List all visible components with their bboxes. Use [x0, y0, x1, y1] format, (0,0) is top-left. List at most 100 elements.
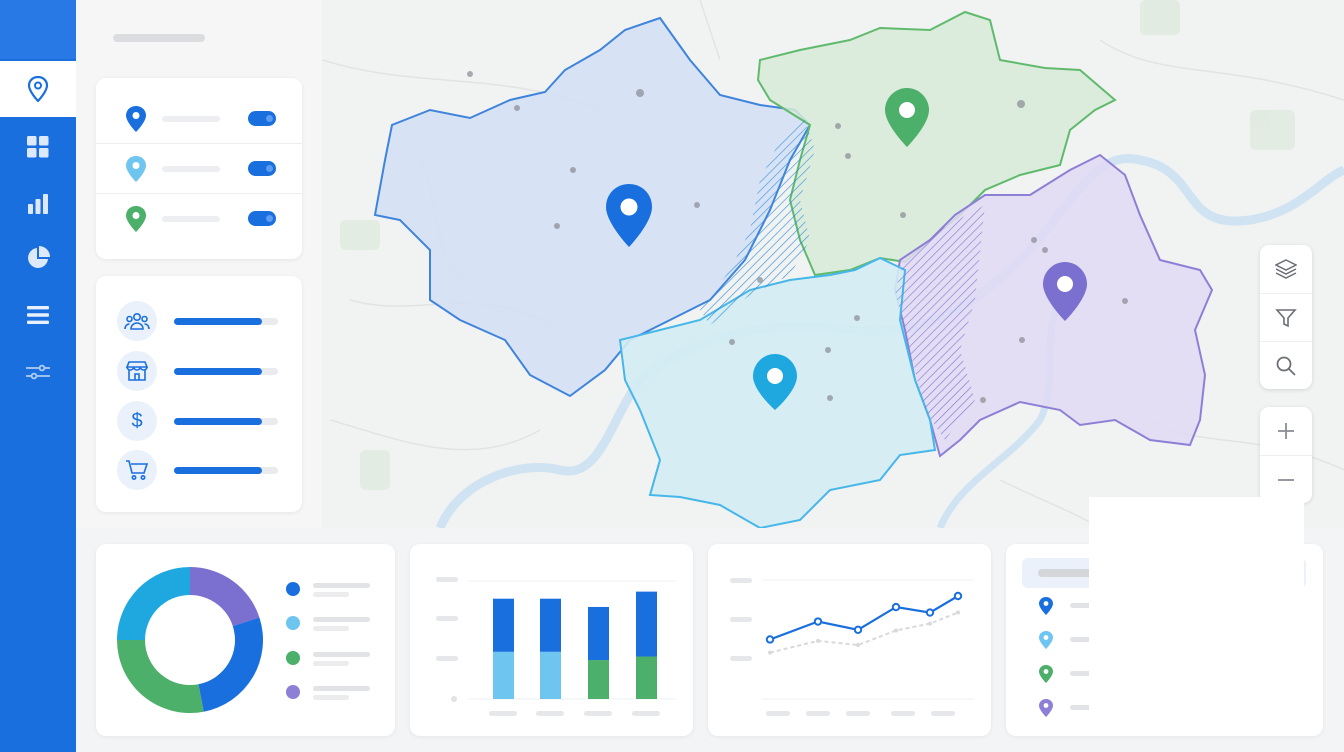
legend-swatch — [286, 616, 300, 630]
line-chart — [730, 578, 974, 716]
legend-swatch — [286, 582, 300, 596]
layers-card — [96, 78, 302, 259]
list-icon — [27, 306, 49, 324]
x-tick-placeholder — [766, 711, 790, 716]
bar-chart — [436, 577, 676, 716]
data-point[interactable] — [891, 602, 901, 612]
sliders-icon — [26, 364, 50, 380]
donut-slice[interactable] — [117, 640, 204, 713]
metric-bar — [174, 318, 278, 325]
donut-chart-card — [96, 544, 395, 736]
layer-toggle[interactable] — [248, 161, 276, 176]
map-pin-icon — [126, 106, 146, 132]
map-view[interactable] — [322, 0, 1344, 528]
layers-button[interactable] — [1260, 245, 1312, 293]
metric-bar — [174, 467, 278, 474]
data-point[interactable] — [856, 642, 860, 647]
search-icon — [1276, 356, 1296, 376]
store-icon — [117, 351, 157, 391]
y-tick-placeholder — [730, 578, 752, 583]
data-point[interactable] — [925, 608, 935, 617]
axis-origin — [451, 696, 457, 702]
pie-chart-icon — [28, 246, 50, 268]
data-point[interactable] — [956, 610, 960, 615]
data-point[interactable] — [894, 628, 898, 633]
y-tick-placeholder — [436, 656, 458, 661]
metric-bar-fill — [174, 467, 262, 474]
map-pin-icon — [1039, 631, 1053, 649]
series-line — [769, 611, 959, 654]
y-tick-placeholder — [436, 577, 458, 582]
metric-row — [96, 295, 302, 345]
list-item[interactable] — [1030, 588, 1098, 622]
donut-slice[interactable] — [190, 567, 260, 627]
sidebar-item-list[interactable] — [0, 295, 76, 335]
series-line — [769, 595, 959, 641]
layer-toggle[interactable] — [248, 211, 276, 226]
metric-bar-fill — [174, 368, 262, 375]
bar-segment[interactable] — [636, 656, 657, 699]
bar-segment[interactable] — [493, 651, 514, 699]
list-item[interactable] — [1030, 690, 1098, 724]
sidebar-item-settings[interactable] — [0, 352, 76, 392]
donut-slice[interactable] — [117, 567, 190, 640]
zoom-out-icon — [1278, 478, 1294, 481]
bar-segment[interactable] — [540, 598, 561, 652]
y-tick-placeholder — [730, 656, 752, 661]
data-point[interactable] — [953, 591, 963, 601]
metrics-card: $ — [96, 276, 302, 512]
zoom-in-button[interactable] — [1260, 407, 1312, 455]
sidebar-item-reports[interactable] — [0, 238, 76, 278]
x-tick-placeholder — [536, 711, 564, 716]
layer-toggle[interactable] — [248, 111, 276, 126]
zoom-controls — [1260, 407, 1312, 503]
list-item[interactable] — [1030, 656, 1098, 690]
data-point[interactable] — [928, 621, 932, 626]
map-pin-icon — [1039, 699, 1053, 717]
metric-row — [96, 444, 302, 494]
bar-segment[interactable] — [588, 660, 609, 699]
data-point[interactable] — [853, 625, 863, 635]
data-point[interactable] — [765, 635, 775, 644]
x-tick-placeholder — [806, 711, 830, 716]
layer-row — [96, 193, 302, 242]
sidebar-item-map[interactable] — [0, 61, 76, 117]
map-pin-icon — [1039, 665, 1053, 683]
zoom-out-button[interactable] — [1260, 455, 1312, 503]
layers-icon — [1275, 259, 1297, 279]
bar-segment[interactable] — [588, 606, 609, 661]
filter-button[interactable] — [1260, 293, 1312, 341]
layer-label-placeholder — [162, 166, 220, 172]
x-tick-placeholder — [891, 711, 915, 716]
metric-bar-fill — [174, 318, 262, 325]
metric-bar — [174, 418, 278, 425]
x-tick-placeholder — [846, 711, 870, 716]
donut-slice[interactable] — [198, 617, 263, 712]
bar-segment[interactable] — [493, 598, 514, 652]
popup-panel — [1089, 497, 1304, 722]
metric-bar-fill — [174, 418, 262, 425]
bar-segment[interactable] — [636, 591, 657, 657]
donut-chart — [117, 567, 263, 713]
x-tick-placeholder — [632, 711, 660, 716]
logo-block[interactable] — [0, 0, 76, 59]
bar-segment[interactable] — [540, 651, 561, 699]
data-point[interactable] — [768, 650, 772, 655]
data-point[interactable] — [816, 638, 820, 643]
layer-label-placeholder — [162, 216, 220, 222]
legend-swatch — [286, 651, 300, 665]
data-point[interactable] — [813, 617, 823, 626]
x-tick-placeholder — [931, 711, 955, 716]
filter-icon — [1275, 308, 1297, 327]
bar-chart-card — [410, 544, 693, 736]
grid-icon — [27, 136, 49, 158]
map-pin-icon — [27, 76, 49, 102]
metric-row: $ — [96, 395, 302, 445]
x-tick-placeholder — [584, 711, 612, 716]
sidebar-item-dashboard[interactable] — [0, 127, 76, 167]
layer-row — [96, 94, 302, 143]
list-item[interactable] — [1030, 622, 1098, 656]
search-button[interactable] — [1260, 341, 1312, 389]
sidebar — [0, 0, 76, 752]
sidebar-item-analytics[interactable] — [0, 184, 76, 224]
